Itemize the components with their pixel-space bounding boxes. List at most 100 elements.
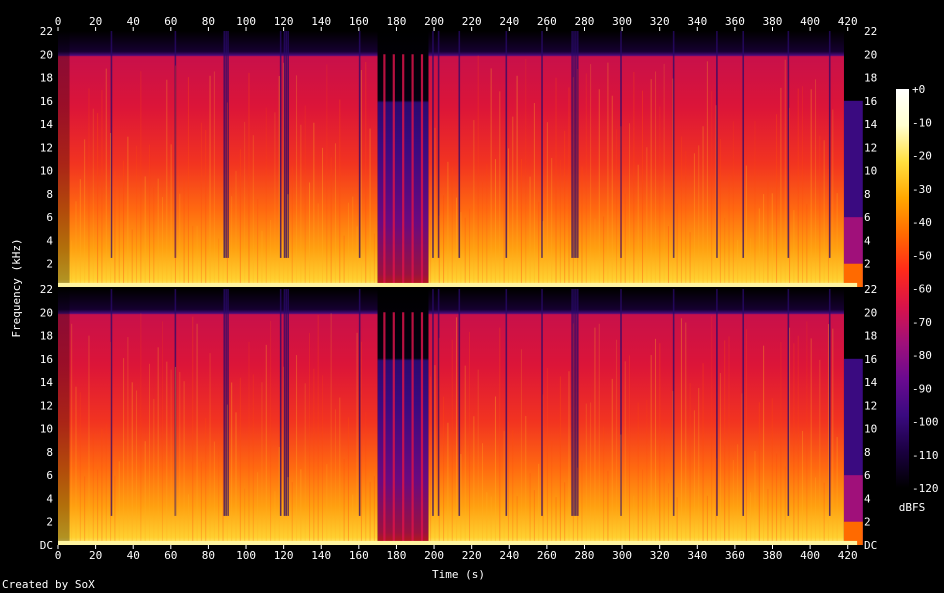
texture-streak: [507, 421, 509, 545]
texture-streak: [624, 193, 626, 287]
y-tick-label-left: 14: [40, 376, 54, 389]
texture-streak: [659, 343, 661, 545]
y-tick-label-right: 2: [864, 516, 871, 529]
texture-streak: [715, 105, 717, 287]
y-tick-label-right: 16: [864, 95, 877, 108]
y-tick-label-right: 10: [864, 423, 877, 436]
y-tick-label-left: 18: [40, 72, 53, 85]
gap-line: [828, 31, 831, 258]
texture-streak: [179, 371, 181, 545]
texture-streak: [702, 126, 704, 287]
texture-streak: [153, 187, 155, 287]
colorbar-tick-label: -110: [912, 449, 939, 462]
texture-streak: [680, 136, 682, 287]
texture-streak: [321, 375, 323, 545]
x-tick-label-top: 300: [612, 15, 632, 28]
texture-streak: [724, 217, 726, 287]
spectrogram-panel-2: [58, 289, 863, 545]
texture-streak: [179, 193, 181, 287]
texture-streak: [650, 355, 652, 545]
texture-streak: [373, 233, 375, 287]
gap-line: [505, 31, 508, 258]
gap-line: [571, 31, 573, 258]
texture-streak: [278, 446, 280, 545]
texture-streak: [598, 89, 600, 287]
colorbar-tick-label: -20: [912, 150, 932, 163]
texture-streak: [494, 396, 496, 545]
texture-streak: [174, 65, 176, 287]
texture-streak: [317, 315, 319, 545]
texture-streak: [373, 476, 375, 545]
texture-streak: [598, 323, 600, 545]
texture-streak: [248, 72, 250, 287]
texture-streak: [823, 140, 825, 287]
texture-streak: [443, 396, 445, 545]
texture-streak: [581, 166, 583, 287]
texture-streak: [750, 492, 752, 545]
texture-streak: [261, 382, 263, 545]
colorbar-tick-label: +0: [912, 83, 925, 96]
texture-streak: [646, 399, 648, 545]
texture-streak: [637, 402, 639, 545]
texture-streak: [572, 323, 574, 545]
x-tick-label-top: 100: [236, 15, 256, 28]
transient-line: [420, 312, 424, 545]
texture-streak: [140, 71, 142, 287]
texture-streak: [827, 324, 829, 545]
texture-streak: [477, 369, 479, 545]
texture-streak: [728, 174, 730, 287]
texture-streak: [127, 337, 129, 545]
gap-line: [787, 289, 790, 516]
texture-streak: [157, 178, 159, 287]
gap-line: [432, 31, 434, 258]
texture-streak: [823, 482, 825, 545]
texture-streak: [802, 86, 804, 288]
texture-streak: [750, 238, 752, 287]
texture-streak: [784, 59, 786, 287]
texture-streak: [244, 488, 246, 545]
texture-streak: [291, 166, 293, 287]
texture-streak: [477, 55, 479, 288]
texture-streak: [309, 182, 311, 287]
x-tick-label-bottom: 180: [387, 549, 407, 562]
texture-streak: [533, 103, 535, 287]
texture-streak: [166, 79, 168, 287]
texture-streak: [365, 411, 367, 545]
y-tick-label-left: 6: [46, 469, 53, 482]
texture-streak: [797, 335, 799, 545]
y-tick-label-left: DC: [40, 539, 53, 552]
texture-streak: [654, 338, 656, 545]
y-tick-label-right: 22: [864, 25, 877, 38]
texture-streak: [283, 366, 285, 545]
texture-streak: [624, 361, 626, 545]
y-tick-label-right: 16: [864, 353, 877, 366]
x-tick-label-bottom: 320: [650, 549, 670, 562]
texture-streak: [633, 71, 635, 287]
y-tick-label-left: 20: [40, 306, 53, 319]
colorbar-label: dBFS: [899, 501, 926, 514]
x-tick-label-bottom: 240: [499, 549, 519, 562]
texture-streak: [252, 135, 254, 287]
x-tick-label-bottom: 380: [763, 549, 783, 562]
colorbar-tick-label: -10: [912, 116, 932, 129]
texture-streak: [663, 428, 665, 545]
texture-streak: [114, 171, 116, 287]
texture-streak: [789, 107, 791, 287]
texture-streak: [300, 469, 302, 545]
spectrogram-panel-1: [58, 31, 863, 288]
texture-streak: [642, 90, 644, 288]
texture-streak: [326, 64, 328, 287]
texture-streak: [585, 73, 587, 288]
texture-streak: [144, 176, 146, 287]
texture-streak: [568, 371, 570, 545]
texture-streak: [213, 441, 215, 545]
gap-line: [285, 289, 288, 516]
texture-streak: [304, 383, 306, 545]
x-tick-label-bottom: 140: [311, 549, 331, 562]
gap-line: [575, 31, 577, 258]
texture-streak: [287, 477, 289, 545]
texture-streak: [763, 194, 765, 287]
texture-streak: [780, 341, 782, 545]
texture-streak: [92, 433, 94, 545]
texture-streak: [810, 89, 812, 287]
